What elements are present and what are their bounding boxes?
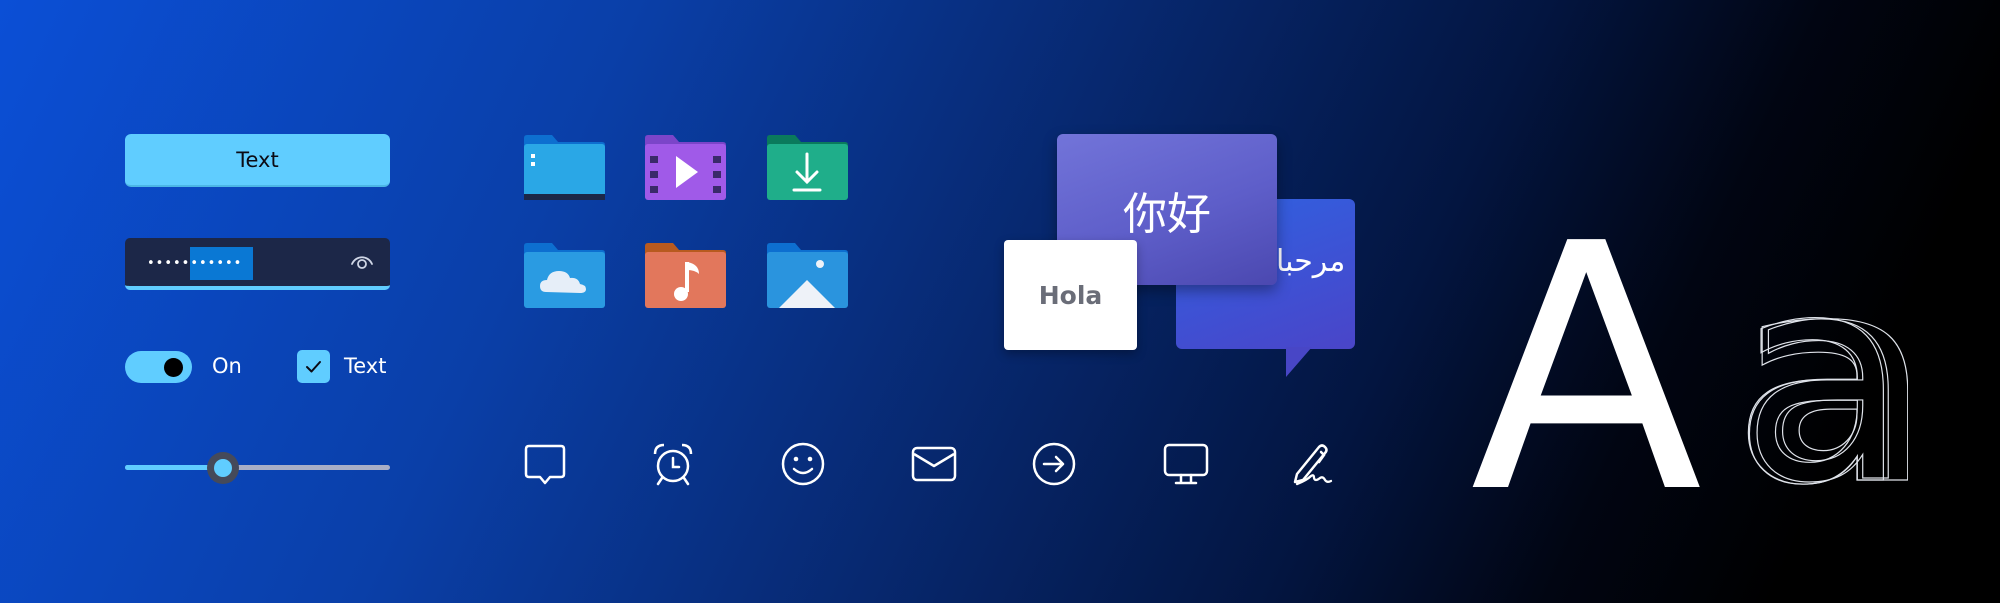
- arrow-circle-right-icon: [1032, 442, 1076, 486]
- alarm-clock-icon: [653, 443, 693, 486]
- checkbox-label: Text: [344, 354, 387, 378]
- videos-folder-icon[interactable]: [643, 134, 727, 202]
- pen-signature-icon: [1293, 444, 1333, 486]
- documents-folder-icon[interactable]: [522, 134, 606, 202]
- chat-bubble-icon: [524, 444, 566, 485]
- toggle-label: On: [212, 354, 242, 378]
- pictures-folder-icon[interactable]: [765, 242, 849, 310]
- arabic-greeting: مرحبا: [1276, 244, 1346, 279]
- toggle-switch[interactable]: [125, 351, 192, 383]
- text-button-label: Text: [236, 147, 279, 172]
- lowercase-a-outline-glyph: a a a: [1731, 272, 1908, 490]
- password-mask: •••••••••••: [147, 255, 243, 271]
- slider-thumb[interactable]: [207, 452, 240, 484]
- monitor-icon: [1163, 443, 1209, 485]
- music-folder-icon[interactable]: [643, 242, 727, 310]
- lowercase-a-outline-3: a: [1740, 272, 1908, 490]
- checkbox[interactable]: [297, 350, 330, 383]
- spanish-greeting: Hola: [1038, 280, 1103, 310]
- uppercase-a-glyph: A: [1470, 172, 1703, 568]
- bubble-tail: [1286, 347, 1312, 377]
- onedrive-folder-icon[interactable]: [522, 242, 606, 310]
- mail-icon: [911, 446, 957, 482]
- eye-icon[interactable]: [350, 252, 374, 272]
- toggle-knob: [164, 358, 183, 377]
- chinese-greeting: 你好: [1123, 188, 1211, 240]
- downloads-folder-icon[interactable]: [765, 134, 849, 202]
- password-box[interactable]: •••••••••••: [125, 238, 390, 290]
- spanish-greeting-bubble: Hola: [1004, 240, 1137, 350]
- text-button[interactable]: Text: [125, 134, 390, 187]
- checkmark-icon: [306, 361, 321, 373]
- smiley-icon: [781, 442, 825, 486]
